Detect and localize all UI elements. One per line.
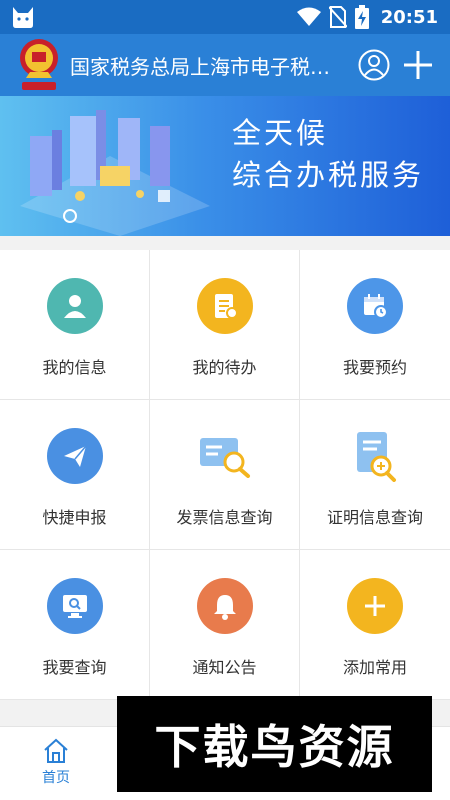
banner-slogan-line2: 综合办税服务	[232, 158, 425, 192]
no-sim-icon	[328, 6, 347, 28]
grid-item-query[interactable]: 我要查询	[0, 550, 150, 700]
user-icon[interactable]	[358, 49, 390, 81]
grid-item-certificate-query[interactable]: 证明信息查询	[300, 400, 450, 550]
grid-item-label: 发票信息查询	[176, 508, 273, 527]
promo-banner[interactable]: 全天候 综合办税服务	[0, 96, 450, 236]
grid-item-label: 我要查询	[42, 658, 107, 677]
grid-item-label: 我要预约	[342, 358, 407, 377]
function-grid: 我的信息 我的待办 我要预约 快捷申报 发票信息查询 证明信息查询 我要查询 通…	[0, 250, 450, 700]
grid-item-my-info[interactable]: 我的信息	[0, 250, 150, 400]
grid-item-label: 通知公告	[192, 658, 257, 677]
todo-document-icon	[196, 278, 253, 334]
grid-item-label: 添加常用	[342, 658, 407, 677]
person-icon	[46, 278, 103, 334]
app-bar: 国家税务总局上海市电子税…	[0, 34, 450, 96]
calendar-clock-icon	[347, 278, 403, 334]
grid-item-invoice-query[interactable]: 发票信息查询	[150, 400, 300, 550]
watermark: 下载鸟资源	[117, 696, 432, 792]
banner-illustration	[20, 110, 210, 236]
tax-emblem-logo	[20, 39, 58, 90]
tab-home[interactable]: 首页	[28, 737, 84, 797]
grid-item-label: 我的信息	[42, 358, 107, 377]
grid-item-my-todo[interactable]: 我的待办	[150, 250, 300, 400]
status-bar: 20:51	[0, 0, 450, 34]
paper-plane-icon	[46, 428, 103, 484]
watermark-text: 下载鸟资源	[154, 720, 395, 774]
invoice-search-icon	[197, 428, 253, 484]
grid-item-add-favorite[interactable]: 添加常用	[300, 550, 450, 700]
clock: 20:51	[380, 6, 438, 28]
app-title: 国家税务总局上海市电子税…	[70, 55, 330, 79]
bell-icon	[196, 578, 253, 634]
certificate-search-icon	[347, 428, 403, 484]
monitor-search-icon	[46, 578, 103, 634]
plus-icon[interactable]	[402, 48, 434, 82]
tab-home-label: 首页	[42, 770, 70, 786]
wifi-icon	[296, 7, 321, 26]
grid-item-quick-declare[interactable]: 快捷申报	[0, 400, 150, 550]
grid-item-label: 证明信息查询	[326, 508, 423, 527]
grid-item-notices[interactable]: 通知公告	[150, 550, 300, 700]
battery-charging-icon	[354, 5, 369, 29]
grid-item-appointment[interactable]: 我要预约	[300, 250, 450, 400]
grid-item-label: 快捷申报	[42, 508, 107, 527]
home-icon	[44, 738, 68, 763]
add-icon	[347, 578, 403, 634]
grid-item-label: 我的待办	[192, 358, 257, 377]
cat-app-icon	[13, 7, 33, 28]
banner-slogan-line1: 全天候	[232, 116, 329, 150]
